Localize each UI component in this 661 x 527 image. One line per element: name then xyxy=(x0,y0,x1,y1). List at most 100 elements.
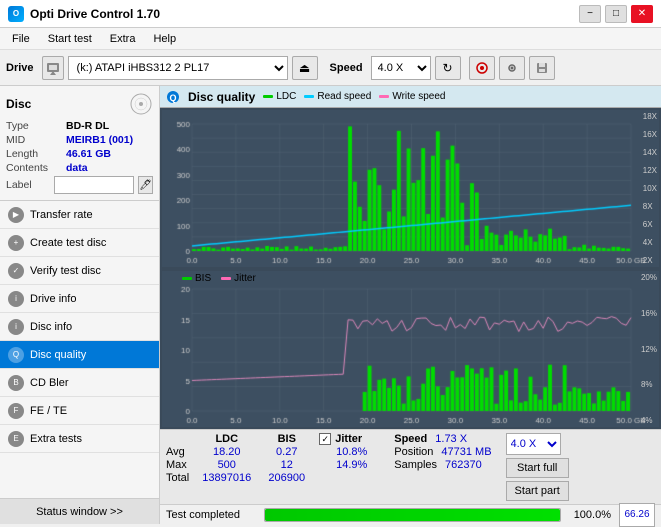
max-bis: 12 xyxy=(264,459,309,471)
save-button[interactable] xyxy=(529,56,555,80)
stats-col-bis: BIS 0.27 12 206900 xyxy=(264,433,309,484)
samples-value: 762370 xyxy=(445,459,482,471)
charts-area: 18X 16X 14X 12X 10X 8X 6X 4X 2X BI xyxy=(160,108,661,429)
maximize-button[interactable]: □ xyxy=(605,5,627,23)
label-icon-button[interactable]: 🖊 xyxy=(138,176,153,194)
create-test-disc-icon: + xyxy=(8,235,24,251)
stats-speed-select[interactable]: 4.0 X xyxy=(506,433,561,455)
status-window-button[interactable]: Status window >> xyxy=(0,498,159,524)
bottom-chart-y-axis-right: 20% 16% 12% 8% 4% xyxy=(641,271,657,427)
disc-label-key: Label xyxy=(6,179,50,191)
write-speed-legend-label: Write speed xyxy=(392,91,445,102)
progress-bar-container xyxy=(264,508,561,522)
disc-length-key: Length xyxy=(6,148,66,160)
disc-contents-key: Contents xyxy=(6,162,66,174)
sidebar-item-fe-te[interactable]: F FE / TE xyxy=(0,397,159,425)
eject-button[interactable]: ⏏ xyxy=(292,56,318,80)
disc-label: Disc xyxy=(6,97,31,111)
start-full-button[interactable]: Start full xyxy=(506,458,569,478)
menu-help[interactable]: Help xyxy=(145,31,184,47)
sidebar-item-cd-bler[interactable]: B CD Bler xyxy=(0,369,159,397)
disc-header: Disc xyxy=(6,92,153,116)
sidebar-item-disc-quality[interactable]: Q Disc quality xyxy=(0,341,159,369)
jitter-header-row: ✓ Jitter xyxy=(319,433,384,445)
fe-te-icon: F xyxy=(8,403,24,419)
stats-col-ldc: LDC 18.20 500 13897016 xyxy=(199,433,254,484)
disc-type-value: BD-R DL xyxy=(66,120,109,132)
disc-contents-value: data xyxy=(66,162,88,174)
total-bis: 206900 xyxy=(264,472,309,484)
stats-bar: Avg Max Total LDC 18.20 500 13897016 BIS… xyxy=(160,429,661,504)
menu-file[interactable]: File xyxy=(4,31,38,47)
verify-test-disc-label: Verify test disc xyxy=(30,265,101,277)
position-label: Position xyxy=(394,446,433,458)
speed-label: Speed xyxy=(330,62,363,74)
disc-length-row: Length 46.61 GB xyxy=(6,148,153,160)
refresh-button[interactable]: ↻ xyxy=(435,56,461,80)
disc-label-input[interactable] xyxy=(54,176,134,194)
sidebar-item-create-test-disc[interactable]: + Create test disc xyxy=(0,229,159,257)
ldc-canvas xyxy=(162,110,659,267)
verify-test-disc-icon: ✓ xyxy=(8,263,24,279)
sidebar-item-drive-info[interactable]: i Drive info xyxy=(0,285,159,313)
fe-te-label: FE / TE xyxy=(30,405,67,417)
extra-tests-label: Extra tests xyxy=(30,433,82,445)
disc-length-value: 46.61 GB xyxy=(66,148,111,160)
legend-jitter: Jitter xyxy=(221,273,256,284)
total-jitter xyxy=(319,472,384,484)
max-label: Max xyxy=(166,459,187,471)
sidebar-item-transfer-rate[interactable]: ▶ Transfer rate xyxy=(0,201,159,229)
jitter-color-dot xyxy=(221,277,231,280)
avg-label: Avg xyxy=(166,446,185,458)
speed-col-header: Speed xyxy=(394,433,427,445)
disc-label-row: Label 🖊 xyxy=(6,176,153,194)
extra-tests-icon: E xyxy=(8,431,24,447)
stats-col-labels: Avg Max Total xyxy=(166,433,189,484)
progress-label: Test completed xyxy=(166,509,256,521)
legend-ldc: LDC xyxy=(263,91,296,102)
close-button[interactable]: ✕ xyxy=(631,5,653,23)
menu-start-test[interactable]: Start test xyxy=(40,31,100,47)
bis-color-dot xyxy=(182,277,192,280)
drive-select[interactable]: (k:) ATAPI iHBS312 2 PL17 xyxy=(68,56,288,80)
bis-col-header: BIS xyxy=(264,433,309,445)
titlebar: O Opti Drive Control 1.70 − □ ✕ xyxy=(0,0,661,28)
disc-mid-key: MID xyxy=(6,134,66,146)
burn-button[interactable] xyxy=(469,56,495,80)
avg-bis: 0.27 xyxy=(264,446,309,458)
max-ldc: 500 xyxy=(199,459,254,471)
transfer-rate-icon: ▶ xyxy=(8,207,24,223)
jitter-checkbox[interactable]: ✓ xyxy=(319,433,331,445)
disc-quality-label: Disc quality xyxy=(30,349,86,361)
read-speed-color-dot xyxy=(304,95,314,98)
minimize-button[interactable]: − xyxy=(579,5,601,23)
settings-button[interactable] xyxy=(499,56,525,80)
drive-label: Drive xyxy=(6,62,34,74)
sidebar-item-disc-info[interactable]: i Disc info xyxy=(0,313,159,341)
read-speed-legend-label: Read speed xyxy=(317,91,371,102)
disc-mid-value: MEIRB1 (001) xyxy=(66,134,133,146)
speed-select[interactable]: 4.0 X xyxy=(371,56,431,80)
write-speed-color-dot xyxy=(379,95,389,98)
menubar: File Start test Extra Help xyxy=(0,28,661,50)
toolbar: Drive (k:) ATAPI iHBS312 2 PL17 ⏏ Speed … xyxy=(0,50,661,86)
sidebar-item-extra-tests[interactable]: E Extra tests xyxy=(0,425,159,453)
total-label: Total xyxy=(166,472,189,484)
bis-chart: BIS Jitter 20% 16% 12% 8% 4% xyxy=(162,271,659,427)
menu-extra[interactable]: Extra xyxy=(102,31,144,47)
drive-info-icon: i xyxy=(8,291,24,307)
progress-percent: 100.0% xyxy=(569,509,611,521)
disc-icon xyxy=(129,92,153,116)
main-area: Disc Type BD-R DL MID MEIRB1 (001) Lengt… xyxy=(0,86,661,524)
stats-buttons-col: 4.0 X Start full Start part xyxy=(506,433,569,501)
cd-bler-icon: B xyxy=(8,375,24,391)
ldc-legend-label: LDC xyxy=(276,91,296,102)
sidebar-item-verify-test-disc[interactable]: ✓ Verify test disc xyxy=(0,257,159,285)
bis-canvas xyxy=(162,271,659,427)
jitter-legend-label: Jitter xyxy=(234,273,256,284)
drive-icon-btn[interactable] xyxy=(42,56,64,80)
start-part-button[interactable]: Start part xyxy=(506,481,569,501)
disc-type-row: Type BD-R DL xyxy=(6,120,153,132)
stats-col-speed: Speed 1.73 X Position 47731 MB Samples 7… xyxy=(394,433,491,471)
top-chart-y-axis-right: 18X 16X 14X 12X 10X 8X 6X 4X 2X xyxy=(643,110,657,267)
